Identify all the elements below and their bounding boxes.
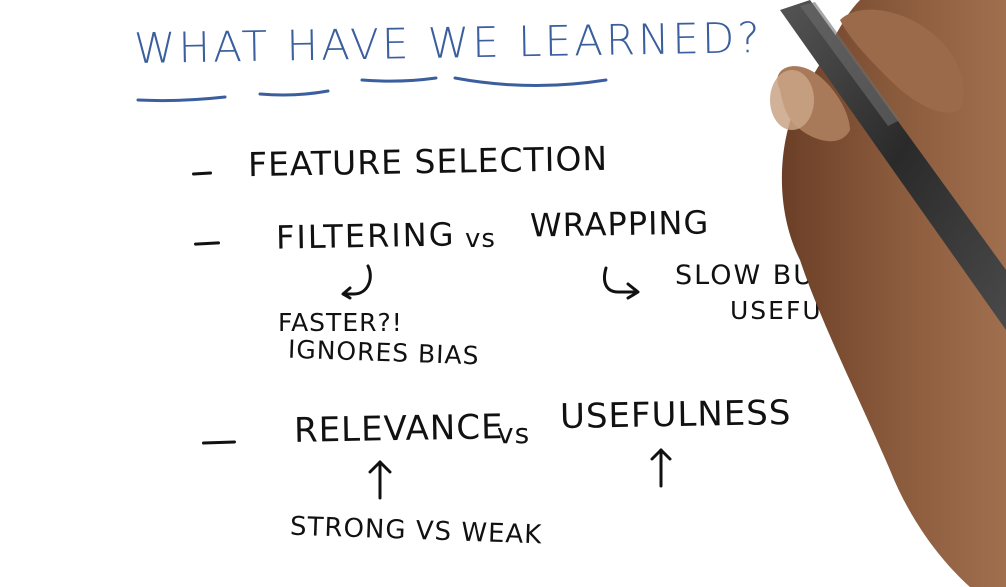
- filtering-text: Filtering: [275, 215, 456, 257]
- title-underline-decoration: [136, 76, 608, 103]
- hook-arrow-icon: [341, 264, 372, 300]
- bullet-dash: [191, 171, 213, 176]
- bullet-dash: [193, 241, 221, 246]
- vs-text: vs: [465, 224, 496, 254]
- up-arrow-icon: [650, 448, 672, 488]
- page-title: What Have We Learned?: [133, 13, 764, 73]
- whiteboard-canvas: What Have We Learned? Feature Selection …: [0, 0, 1006, 587]
- up-arrow-icon: [368, 460, 392, 500]
- hand-holding-pen-icon: [770, 0, 1006, 587]
- vs-text: vs: [497, 417, 531, 450]
- curved-arrow-icon: [603, 266, 640, 300]
- relevance-text: Relevance: [293, 407, 504, 451]
- bullet-dash: [201, 440, 237, 445]
- feature-selection-text: Feature Selection: [247, 138, 609, 185]
- ignores-bias-note: Ignores Bias: [287, 334, 481, 371]
- strong-vs-weak-note: Strong vs Weak: [289, 511, 543, 551]
- faster-note: Faster?!: [278, 308, 403, 337]
- wrapping-text: Wrapping: [529, 203, 710, 245]
